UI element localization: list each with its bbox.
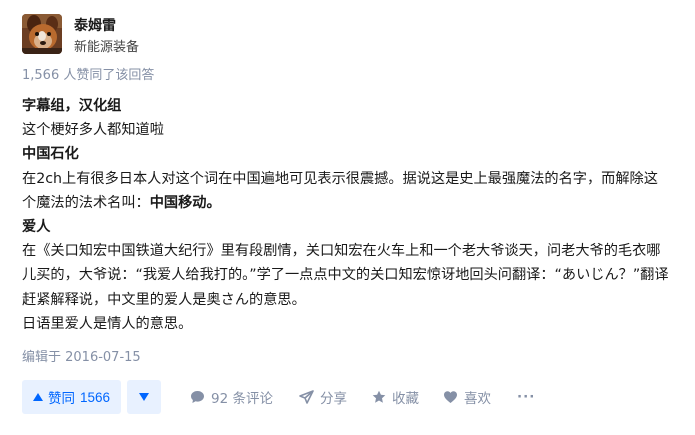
- like-button[interactable]: 喜欢: [443, 387, 491, 407]
- author-name[interactable]: 泰姆雷: [74, 16, 139, 36]
- section-heading: 爱人: [22, 219, 51, 236]
- avatar[interactable]: [22, 14, 62, 54]
- vote-down-button[interactable]: [127, 380, 162, 414]
- section-heading: 字幕组，汉化组: [22, 98, 122, 114]
- vote-up-button[interactable]: 赞同 1566: [22, 380, 122, 414]
- comments-label: 92 条评论: [211, 391, 274, 407]
- comment-icon: [191, 391, 205, 403]
- author-info: 泰姆雷 新能源装备: [22, 14, 139, 58]
- like-label: 喜欢: [464, 391, 492, 407]
- edit-time[interactable]: 编辑于 2016-07-15: [22, 348, 141, 368]
- more-options-button[interactable]: ···: [517, 389, 535, 405]
- bold-text: 中国移动。: [149, 194, 221, 211]
- vote-up-label: 赞同: [48, 391, 75, 406]
- collect-button[interactable]: 收藏: [372, 387, 419, 407]
- author-headline: 新能源装备: [74, 40, 140, 55]
- dog-photo-avatar-icon: [22, 14, 62, 54]
- triangle-down-icon: [139, 393, 150, 401]
- triangle-up-icon: [33, 393, 43, 401]
- section-heading: 中国石化: [22, 146, 79, 163]
- heart-icon: [444, 391, 458, 403]
- paragraph-text: 在2ch上有很多日本人对这个词在中国遍地可见表示很震撼。据说这是史上最强魔法的名…: [22, 170, 658, 211]
- star-icon: [372, 390, 386, 403]
- collect-label: 收藏: [392, 391, 420, 407]
- share-icon: [299, 390, 314, 404]
- share-button[interactable]: 分享: [299, 387, 347, 407]
- share-label: 分享: [320, 391, 348, 407]
- paragraph: 日语里爱人是情人的意思。: [22, 315, 193, 332]
- paragraph: 这个梗好多人都知道啦: [22, 122, 164, 139]
- vote-up-count: 1566: [80, 389, 111, 405]
- action-bar: 赞同 1566 92 条评论 分享 收藏 喜欢 ···: [22, 380, 535, 414]
- answer-content: 字幕组，汉化组 这个梗好多人都知道啦 中国石化 在2ch上有很多日本人对这个词在…: [22, 94, 672, 336]
- paragraph: 在《关口知宏中国铁道大纪行》里有段剧情，关口知宏在火车上和一个老大爷谈天，问老大…: [22, 243, 669, 308]
- paragraph: 在2ch上有很多日本人对这个词在中国遍地可见表示很震撼。据说这是史上最强魔法的名…: [22, 167, 672, 215]
- more-icon: ···: [517, 389, 536, 405]
- comments-button[interactable]: 92 条评论: [190, 387, 273, 407]
- vote-summary[interactable]: 1,566 人赞同了该回答: [22, 66, 154, 86]
